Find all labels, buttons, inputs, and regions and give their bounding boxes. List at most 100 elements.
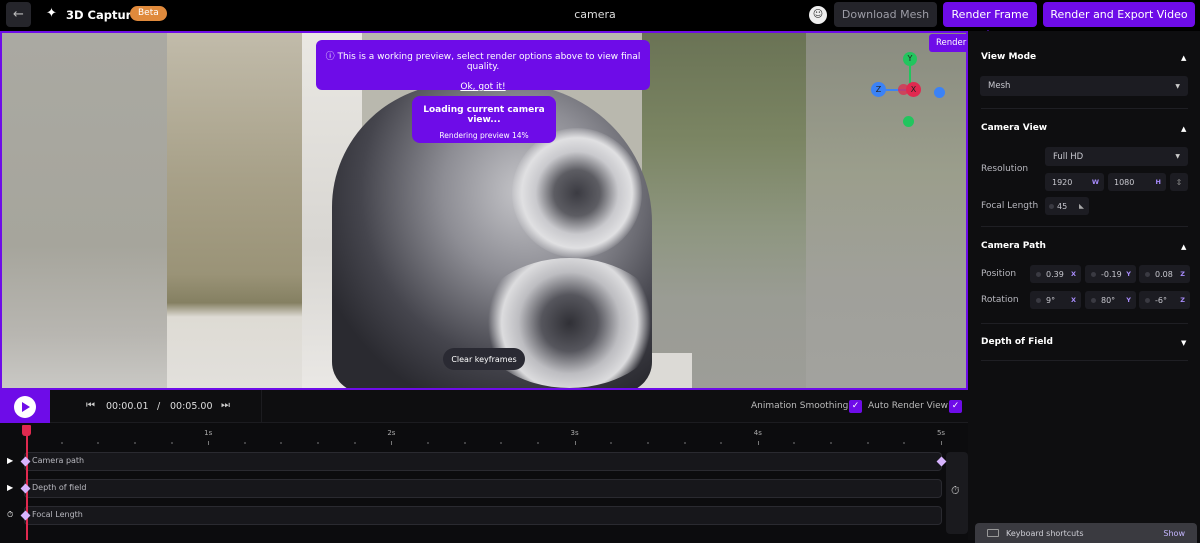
scene-bg	[167, 33, 317, 388]
caret-up-icon[interactable]: ▲	[1181, 243, 1186, 251]
expand-arrow-icon[interactable]: ▶	[7, 456, 13, 465]
gizmo-y[interactable]: Y	[903, 52, 917, 66]
scene-bg	[642, 33, 806, 388]
gizmo-z[interactable]: Z	[871, 82, 886, 97]
current-time: 00:00.01	[106, 401, 149, 412]
skip-start-icon[interactable]: ⏮	[86, 400, 95, 411]
ruler-minor-tick	[243, 442, 246, 444]
ruler-major-tick	[757, 441, 759, 445]
chevron-down-icon: ▼	[1175, 82, 1180, 90]
depth-of-field-title[interactable]: Depth of Field	[981, 337, 1053, 347]
ruler-minor-tick	[830, 442, 833, 444]
rotation-z-input[interactable]: -6° Z	[1139, 291, 1190, 309]
camera-view-title[interactable]: Camera View	[981, 123, 1047, 133]
position-label: Position	[981, 269, 1017, 279]
divider	[981, 323, 1188, 324]
camera-path-title[interactable]: Camera Path	[981, 241, 1046, 251]
animation-smoothing-label: Animation Smoothing	[751, 401, 849, 411]
show-shortcuts-button[interactable]: Show	[1163, 529, 1185, 538]
ruler-minor-tick	[610, 442, 613, 444]
aspect-lock-button[interactable]: ⇕	[1170, 173, 1188, 191]
notice-text: ⓘ This is a working preview, select rend…	[325, 52, 641, 72]
ruler-major-tick	[941, 441, 942, 445]
position-y-input[interactable]: -0.19 Y	[1085, 265, 1136, 283]
stopwatch-icon[interactable]: ⏱	[7, 510, 13, 520]
keyframe-dot-icon[interactable]	[1091, 297, 1096, 303]
gizmo-neg-y[interactable]	[903, 116, 914, 127]
timeline-track[interactable]: Camera path	[24, 452, 942, 471]
ok-got-it-link[interactable]: Ok, got it!	[460, 82, 505, 92]
render-frame-button[interactable]: Render Frame	[943, 2, 1037, 27]
auto-render-view-checkbox[interactable]: ✓	[949, 400, 962, 413]
animation-smoothing-checkbox[interactable]: ✓	[849, 400, 862, 413]
ruler-minor-tick	[903, 442, 906, 444]
ruler-tick-label: 4s	[753, 429, 762, 437]
caret-down-icon[interactable]: ▼	[1181, 339, 1186, 347]
keyframe-dot-icon[interactable]	[1091, 271, 1096, 277]
width-input[interactable]: 1920 W	[1045, 173, 1104, 191]
view-mode-title[interactable]: View Mode	[981, 52, 1036, 62]
track-label: Depth of field	[32, 483, 87, 492]
ruler-minor-tick	[170, 442, 173, 444]
arrow-left-icon: ←	[13, 7, 24, 22]
auto-render-view-label: Auto Render View	[868, 401, 949, 411]
view-mode-select[interactable]: Mesh ▼	[980, 76, 1188, 96]
ruler-tick-label: 2s	[387, 429, 396, 437]
position-z-input[interactable]: 0.08 Z	[1139, 265, 1190, 283]
timeline-track[interactable]: Focal Length	[24, 506, 942, 525]
divider	[981, 226, 1188, 227]
expand-arrow-icon[interactable]: ▶	[7, 483, 13, 492]
ruler-minor-tick	[280, 442, 283, 444]
gizmo-neg-z[interactable]	[934, 87, 945, 98]
render-export-video-button[interactable]: Render and Export Video	[1043, 2, 1195, 27]
clear-keyframes-button[interactable]: Clear keyframes	[443, 348, 525, 370]
ruler-minor-tick	[97, 442, 100, 444]
ruler-minor-tick	[60, 442, 63, 444]
stopwatch-icon: ⏱	[951, 484, 960, 497]
ruler-major-tick	[574, 441, 576, 445]
ruler-tick-label: 1s	[204, 429, 213, 437]
keyframe-dot-icon[interactable]	[1049, 203, 1054, 209]
resolution-value: Full HD	[1053, 151, 1084, 162]
loading-indicator: Loading current camera view... Rendering…	[412, 96, 556, 143]
focal-length-input[interactable]: 45 ◣	[1045, 197, 1089, 215]
stopwatch-panel[interactable]: ⏱	[946, 452, 968, 534]
play-button[interactable]	[0, 390, 50, 423]
keyboard-shortcuts-label: Keyboard shortcuts	[1006, 529, 1084, 538]
total-time: 00:05.00	[170, 401, 213, 412]
skip-end-icon[interactable]: ⏭	[221, 400, 230, 411]
ruler-minor-tick	[133, 442, 136, 444]
ruler-major-tick	[391, 441, 393, 445]
keyboard-icon	[987, 529, 999, 537]
ruler-minor-tick	[720, 442, 723, 444]
top-bar: ← ✦ 3D Capture Beta camera ☺ Download Me…	[0, 0, 1200, 31]
ruler-major-tick	[208, 441, 210, 445]
caret-up-icon[interactable]: ▲	[1181, 125, 1186, 133]
keyframe-dot-icon[interactable]	[1036, 297, 1041, 303]
height-input[interactable]: 1080 H	[1108, 173, 1166, 191]
caret-up-icon[interactable]: ▲	[1181, 54, 1186, 62]
avatar[interactable]: ☺	[809, 6, 827, 24]
timeline[interactable]: 1s 2s 3s 4s 5s ▶ Camera path ▶ Depth of field ⏱ F…	[0, 423, 968, 540]
position-x-input[interactable]: 0.39 X	[1030, 265, 1081, 283]
gizmo-x[interactable]: X	[906, 82, 921, 97]
track-label: Focal Length	[32, 510, 83, 519]
keyframe-dot-icon[interactable]	[1145, 271, 1150, 277]
ruler-minor-tick	[646, 442, 649, 444]
time-ruler[interactable]: 1s 2s 3s 4s 5s	[0, 423, 968, 449]
keyboard-shortcuts-bar[interactable]: Keyboard shortcuts Show	[975, 523, 1197, 543]
user-avatar-icon: ☺	[812, 9, 824, 20]
rotation-label: Rotation	[981, 295, 1019, 305]
orientation-gizmo[interactable]: Y Z X	[868, 52, 948, 132]
download-mesh-button[interactable]: Download Mesh	[834, 2, 937, 27]
link-icon: ⇕	[1175, 177, 1183, 187]
preview-notice: ⓘ This is a working preview, select rend…	[316, 40, 650, 92]
back-button[interactable]: ←	[6, 2, 31, 27]
keyframe-dot-icon[interactable]	[1036, 271, 1041, 277]
timeline-track[interactable]: Depth of field	[24, 479, 942, 498]
rotation-y-input[interactable]: 80° Y	[1085, 291, 1136, 309]
play-icon	[14, 395, 36, 418]
rotation-x-input[interactable]: 9° X	[1030, 291, 1081, 309]
keyframe-dot-icon[interactable]	[1145, 297, 1150, 303]
resolution-select[interactable]: Full HD ▼	[1045, 147, 1188, 166]
